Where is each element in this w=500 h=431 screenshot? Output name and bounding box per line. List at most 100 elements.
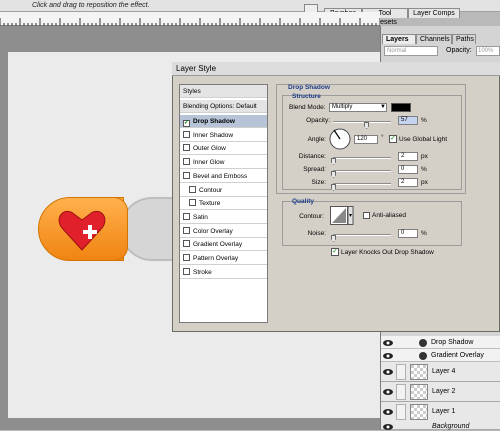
style-item-blending-options-default[interactable]: Blending Options: Default (180, 100, 267, 113)
tab-paths[interactable]: Paths (452, 34, 476, 44)
noise-unit: % (421, 230, 427, 237)
style-item-label: Contour (199, 186, 223, 194)
style-checkbox[interactable] (189, 199, 196, 207)
angle-field[interactable]: 120 (354, 135, 378, 144)
style-item-label: Gradient Overlay (193, 241, 243, 249)
style-item-label: Blending Options: Default (183, 103, 257, 110)
layer-name[interactable]: Background (432, 423, 469, 430)
layer-opacity-field[interactable]: 100% (476, 46, 500, 56)
style-item-label: Styles (183, 88, 201, 95)
layer-link-box[interactable] (396, 384, 406, 400)
style-checkbox[interactable] (183, 267, 190, 275)
style-item-contour[interactable]: Contour (180, 184, 267, 197)
opacity-slider[interactable] (333, 121, 391, 123)
effect-icon (419, 352, 427, 360)
eye-icon[interactable] (383, 339, 393, 347)
style-item-label: Drop Shadow (193, 118, 235, 125)
tab-channels[interactable]: Channels (416, 34, 452, 44)
shadow-color-swatch[interactable] (391, 103, 411, 112)
eye-icon[interactable] (383, 352, 393, 360)
layer-name[interactable]: Layer 4 (432, 368, 455, 375)
distance-field[interactable]: 2 (398, 152, 418, 161)
tab-layers[interactable]: Layers (382, 34, 416, 44)
layer-thumbnail (410, 404, 428, 420)
style-checkbox[interactable] (183, 130, 190, 138)
opacity-field[interactable]: 57 (398, 116, 418, 125)
spread-slider[interactable] (333, 170, 391, 172)
dialog-title[interactable]: Layer Style (172, 62, 500, 76)
knockout-label: Layer Knocks Out Drop Shadow (341, 249, 434, 256)
size-slider[interactable] (333, 183, 391, 185)
angle-dial[interactable] (329, 128, 351, 150)
contour-label: Contour: (299, 213, 324, 220)
style-item-satin[interactable]: Satin (180, 211, 267, 224)
style-item-stroke[interactable]: Stroke (180, 266, 267, 279)
degree-symbol: ° (381, 134, 384, 141)
anti-aliased-checkbox[interactable] (363, 212, 370, 219)
opacity-unit: % (421, 117, 427, 124)
chevron-down-icon: ▼ (380, 104, 386, 110)
structure-title: Structure (292, 93, 321, 100)
distance-label: Distance: (298, 153, 326, 160)
distance-slider[interactable] (333, 157, 391, 159)
style-item-outer-glow[interactable]: Outer Glow (180, 142, 267, 156)
toggle-track (120, 197, 180, 261)
opacity-label: Opacity: (306, 117, 330, 124)
style-checkbox[interactable] (183, 212, 190, 220)
layer-link-box[interactable] (396, 364, 406, 380)
eye-icon[interactable] (383, 408, 393, 416)
layer-name[interactable]: Layer 2 (432, 388, 455, 395)
style-checkbox[interactable] (183, 171, 190, 179)
blend-mode-label: Blend Mode: (289, 104, 326, 111)
style-checkbox[interactable] (189, 185, 196, 193)
style-item-label: Inner Glow (193, 159, 225, 167)
tab-layer-comps[interactable]: Layer Comps (408, 8, 460, 18)
knockout-checkbox[interactable]: ✓ (331, 248, 339, 256)
eye-icon[interactable] (383, 388, 393, 396)
style-item-label: Outer Glow (193, 145, 226, 153)
style-item-color-overlay[interactable]: Color Overlay (180, 225, 267, 238)
style-checkbox[interactable]: ✓ (183, 120, 190, 127)
style-item-styles[interactable]: Styles (180, 85, 267, 98)
effect-name: Drop Shadow (431, 339, 474, 346)
style-checkbox[interactable] (183, 144, 190, 152)
spread-field[interactable]: 0 (398, 165, 418, 174)
horizontal-ruler (0, 12, 380, 26)
style-item-drop-shadow[interactable]: ✓ Drop Shadow (180, 115, 267, 128)
blend-mode-select[interactable]: Multiply (329, 103, 387, 112)
layer-thumbnail (410, 364, 428, 380)
layer-name[interactable]: Layer 1 (432, 408, 455, 415)
style-item-label: Pattern Overlay (193, 255, 239, 262)
size-field[interactable]: 2 (398, 178, 418, 187)
drop-shadow-title: Drop Shadow (288, 84, 330, 91)
style-checkbox[interactable] (183, 240, 190, 248)
global-light-checkbox[interactable]: ✓ (389, 135, 397, 143)
options-hint: Click and drag to reposition the effect. (32, 2, 150, 9)
ruler-ticks (0, 18, 380, 26)
style-item-label: Stroke (193, 268, 212, 276)
global-light-label: Use Global Light (399, 136, 448, 143)
style-checkbox[interactable] (183, 226, 190, 234)
style-item-texture[interactable]: Texture (180, 197, 267, 211)
style-item-label: Satin (193, 213, 208, 221)
style-checkbox[interactable] (183, 158, 190, 166)
noise-label: Noise: (307, 230, 326, 237)
layer-thumbnail (410, 384, 428, 400)
eye-icon[interactable] (383, 368, 393, 376)
style-item-pattern-overlay[interactable]: Pattern Overlay (180, 252, 267, 265)
noise-slider[interactable] (333, 234, 391, 236)
style-item-inner-glow[interactable]: Inner Glow (180, 156, 267, 170)
layer-blend-mode-select[interactable]: Normal (384, 46, 438, 56)
layer-link-box[interactable] (396, 404, 406, 420)
style-checkbox[interactable] (183, 254, 190, 261)
style-item-label: Inner Shadow (193, 131, 234, 139)
contour-picker[interactable] (330, 206, 354, 226)
style-item-label: Texture (199, 200, 221, 208)
noise-field[interactable]: 0 (398, 229, 418, 238)
style-item-inner-shadow[interactable]: Inner Shadow (180, 129, 267, 142)
style-item-bevel-and-emboss[interactable]: Bevel and Emboss (180, 170, 267, 183)
style-item-label: Bevel and Emboss (193, 172, 248, 180)
layer-opacity-label: Opacity: (446, 47, 472, 54)
style-item-gradient-overlay[interactable]: Gradient Overlay (180, 238, 267, 252)
anti-aliased-label: Anti-aliased (372, 212, 406, 219)
